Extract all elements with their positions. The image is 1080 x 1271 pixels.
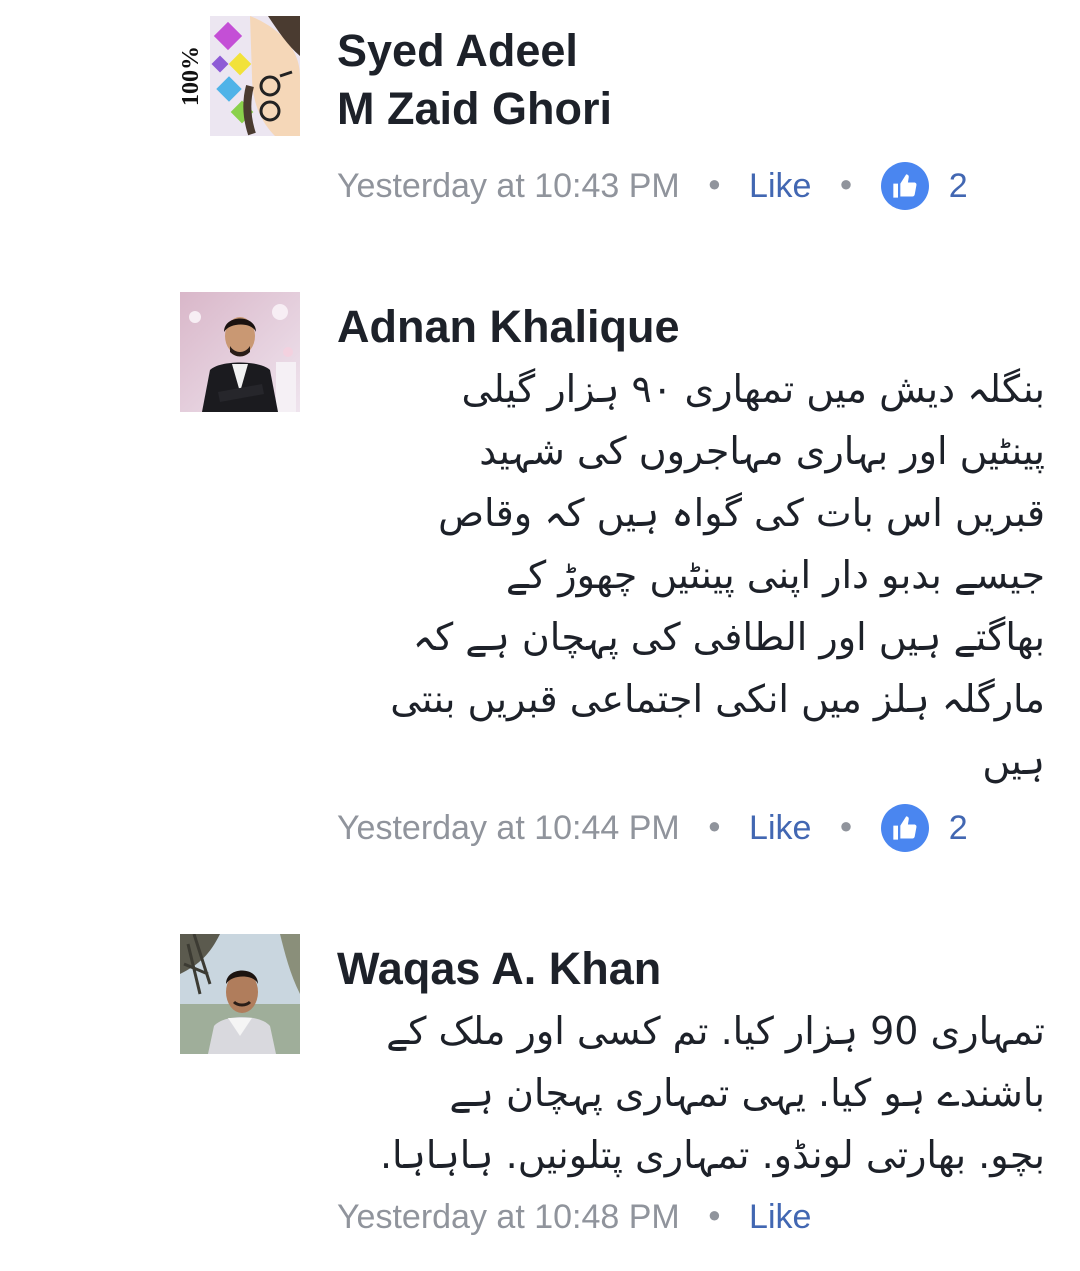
avatar-badge-text: 100% — [180, 46, 204, 106]
comment-author[interactable]: Waqas A. Khan — [337, 940, 1045, 998]
thumbs-up-icon — [880, 162, 929, 210]
avatar[interactable] — [180, 292, 300, 412]
reaction-count: 2 — [948, 166, 968, 205]
avatar[interactable]: 100% — [180, 16, 300, 136]
separator-dot: ● — [707, 1202, 722, 1227]
comment-text: بنگلہ دیش میں تمھاری ۹۰ ہزار گیلی پینٹیں… — [390, 367, 1045, 783]
like-button[interactable]: Like — [749, 167, 811, 206]
like-button[interactable]: Like — [749, 809, 811, 848]
comment-timestamp[interactable]: Yesterday at 10:48 PM — [337, 1198, 680, 1237]
comment-meta: Yesterday at 10:43 PM ● Like ● 2 — [337, 161, 968, 211]
comment-meta: Yesterday at 10:44 PM ● Like ● 2 — [337, 803, 968, 853]
like-button[interactable]: Like — [749, 1198, 811, 1237]
reaction-count: 2 — [948, 808, 968, 847]
thumbs-up-icon — [880, 804, 929, 852]
man-in-suit-photo-avatar — [180, 292, 300, 412]
cartoon-face-avatar: 100% — [180, 16, 300, 136]
author-name-line: M Zaid Ghori — [337, 83, 612, 134]
separator-dot: ● — [707, 171, 722, 196]
author-name-line: Syed Adeel — [337, 25, 578, 76]
comment-text: تمہاری 90 ہزار کیا. تم کسی اور ملک کے با… — [379, 1009, 1045, 1177]
separator-dot: ● — [707, 813, 722, 838]
comment-author[interactable]: Syed Adeel M Zaid Ghori — [337, 22, 1045, 138]
man-outdoor-photo-avatar — [180, 934, 300, 1054]
comment-timestamp[interactable]: Yesterday at 10:44 PM — [337, 809, 680, 848]
avatar[interactable] — [180, 934, 300, 1054]
comment-author[interactable]: Adnan Khalique — [337, 298, 1045, 356]
reaction-summary[interactable]: 2 — [880, 804, 968, 852]
comment-timestamp[interactable]: Yesterday at 10:43 PM — [337, 167, 680, 206]
separator-dot: ● — [839, 813, 853, 838]
comment-meta: Yesterday at 10:48 PM ● Like — [337, 1192, 811, 1242]
separator-dot: ● — [839, 171, 853, 196]
reaction-summary[interactable]: 2 — [880, 162, 968, 210]
